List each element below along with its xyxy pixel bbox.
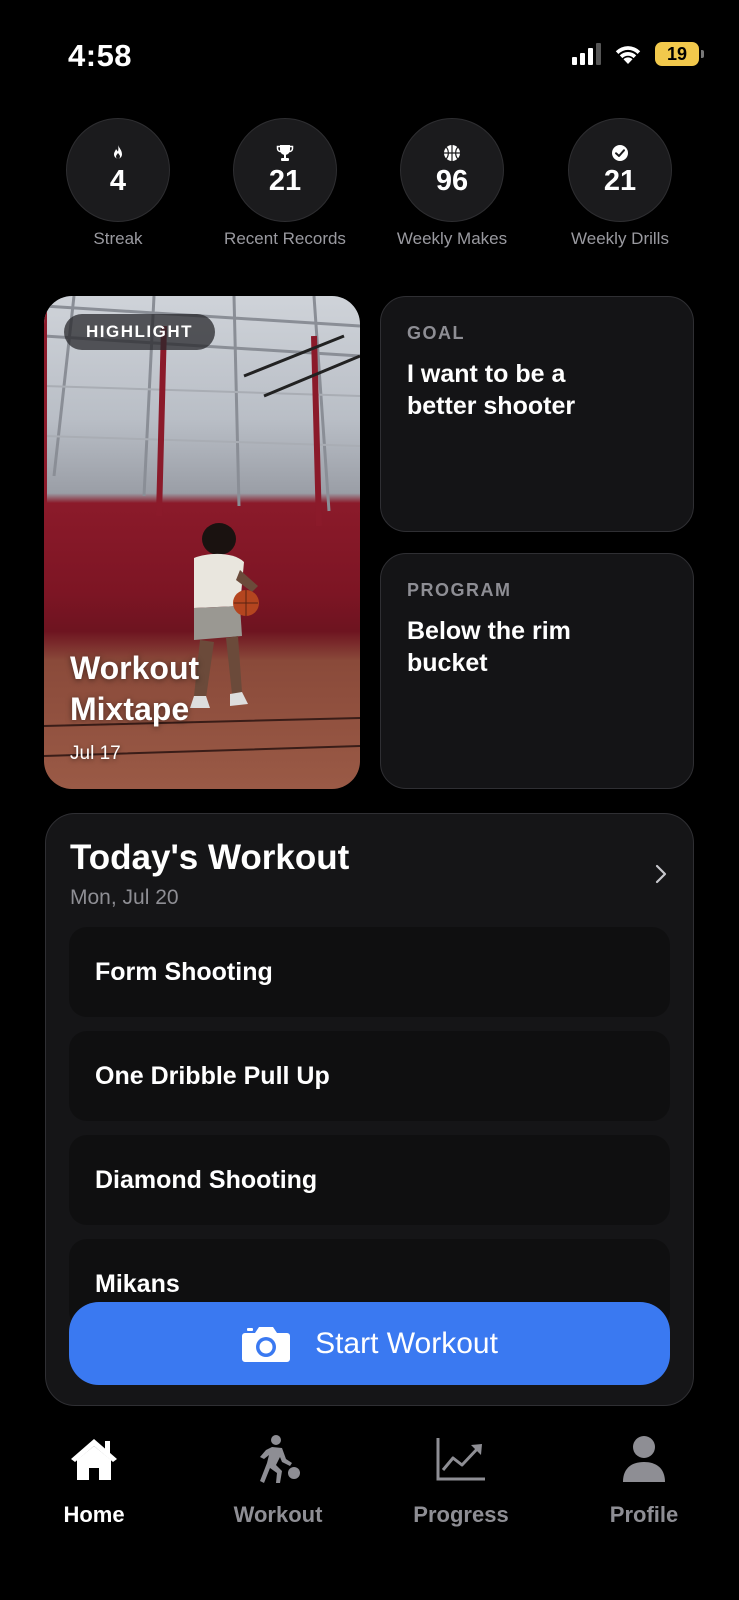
stat-label: Recent Records (224, 229, 346, 248)
program-card[interactable]: PROGRAM Below the rim bucket (380, 553, 694, 789)
stat-value: 96 (435, 165, 469, 197)
status-icons: 19 (572, 42, 704, 66)
stat-recent-records[interactable]: 21 Recent Records (205, 118, 365, 249)
flame-icon (114, 145, 122, 159)
goal-label: GOAL (407, 323, 465, 343)
program-text: Below the rim bucket (407, 617, 571, 677)
battery-icon: 19 (655, 42, 704, 66)
workout-date: Mon, Jul 20 (70, 886, 179, 909)
stat-streak[interactable]: 4 Streak (38, 118, 198, 249)
tab-label: Profile (609, 1502, 679, 1527)
start-workout-button[interactable]: Start Workout (69, 1302, 670, 1385)
stat-circle: 21 (233, 118, 337, 222)
drill-name: Diamond Shooting (95, 1165, 318, 1194)
status-time: 4:58 (68, 38, 133, 73)
highlight-card[interactable]: HIGHLIGHT Workout Mixtape Jul 17 (44, 296, 360, 789)
goal-text: I want to be a better shooter (407, 360, 576, 420)
checkmark-circle-icon (612, 145, 628, 161)
stat-label: Streak (93, 229, 143, 248)
tab-progress[interactable]: Progress (386, 1430, 536, 1528)
tab-bar: Home Workout Progress Profile (0, 1430, 739, 1600)
stat-weekly-drills[interactable]: 21 Weekly Drills (540, 118, 700, 249)
stat-value: 21 (268, 165, 302, 197)
highlight-date: Jul 17 (70, 743, 121, 764)
highlight-title: Workout Mixtape (70, 650, 200, 727)
stat-label: Weekly Drills (571, 229, 669, 248)
goal-card[interactable]: GOAL I want to be a better shooter (380, 296, 694, 532)
tab-workout[interactable]: Workout (203, 1430, 353, 1528)
drill-name: Form Shooting (95, 957, 273, 986)
workout-title: Today's Workout (70, 838, 350, 877)
stat-label: Weekly Makes (396, 229, 508, 248)
stat-circle: 21 (568, 118, 672, 222)
program-label: PROGRAM (407, 580, 512, 600)
start-workout-label: Start Workout (315, 1326, 498, 1360)
drill-item[interactable]: Diamond Shooting (69, 1135, 670, 1225)
trend-chart-icon (436, 1438, 485, 1481)
basketball-icon (444, 145, 460, 161)
house-icon (71, 1439, 117, 1480)
stat-circle: 4 (66, 118, 170, 222)
drill-item[interactable]: Form Shooting (69, 927, 670, 1017)
player-dribbling-icon (260, 1435, 300, 1483)
stats-row: 4 Streak 21 Recent Records 96 Weekly Mak… (0, 118, 739, 258)
stat-weekly-makes[interactable]: 96 Weekly Makes (372, 118, 532, 249)
camera-icon (242, 1326, 291, 1362)
person-icon (623, 1436, 665, 1482)
tab-profile[interactable]: Profile (569, 1430, 719, 1528)
tab-label: Progress (413, 1502, 509, 1527)
tab-home[interactable]: Home (19, 1430, 169, 1528)
drill-name: Mikans (95, 1269, 180, 1298)
highlight-badge: HIGHLIGHT (64, 314, 215, 350)
battery-level: 19 (666, 43, 688, 64)
trophy-icon (276, 145, 294, 161)
drill-name: One Dribble Pull Up (95, 1061, 330, 1090)
chevron-right-icon[interactable] (653, 862, 669, 886)
stat-circle: 96 (400, 118, 504, 222)
tab-label: Workout (233, 1502, 323, 1527)
drill-item[interactable]: One Dribble Pull Up (69, 1031, 670, 1121)
cellular-signal-icon (572, 43, 601, 65)
wifi-icon (615, 46, 641, 64)
stat-value: 4 (109, 165, 127, 197)
stat-value: 21 (603, 165, 637, 197)
tab-label: Home (63, 1502, 125, 1527)
status-bar: 4:58 19 (0, 0, 739, 110)
